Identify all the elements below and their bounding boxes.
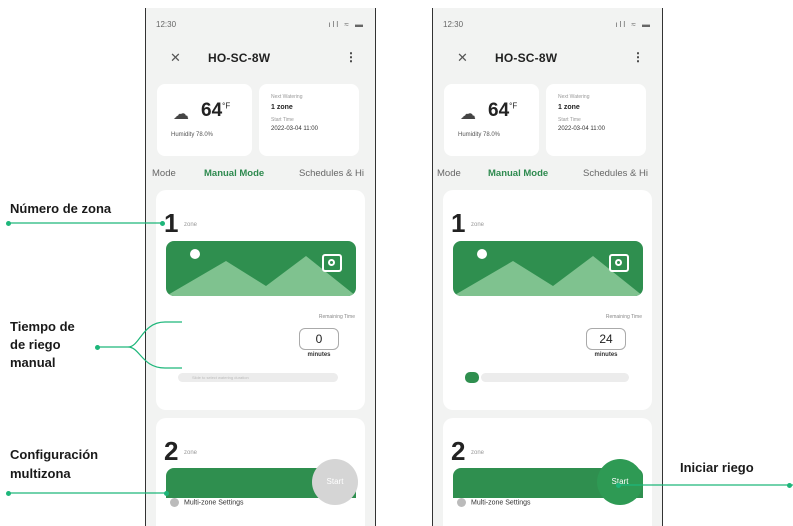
callout-dot: [6, 221, 11, 226]
callout-dot: [6, 491, 11, 496]
callout-lines: [8, 222, 793, 494]
callout-dot: [164, 491, 169, 496]
callout-multizone-line2: multizona: [10, 466, 71, 481]
callout-start-watering: Iniciar riego: [680, 460, 754, 475]
callout-dot: [160, 221, 165, 226]
callout-manual-time-line3: manual: [10, 355, 56, 370]
callout-dot: [787, 483, 792, 488]
callout-manual-time-line2: de riego: [10, 337, 61, 352]
callout-dot: [616, 483, 621, 488]
callout-multizone-line1: Configuración: [10, 447, 99, 462]
callout-dot: [95, 345, 100, 350]
callout-zone-number: Número de zona: [10, 201, 112, 216]
callout-manual-time-line1: Tiempo de: [10, 319, 75, 334]
